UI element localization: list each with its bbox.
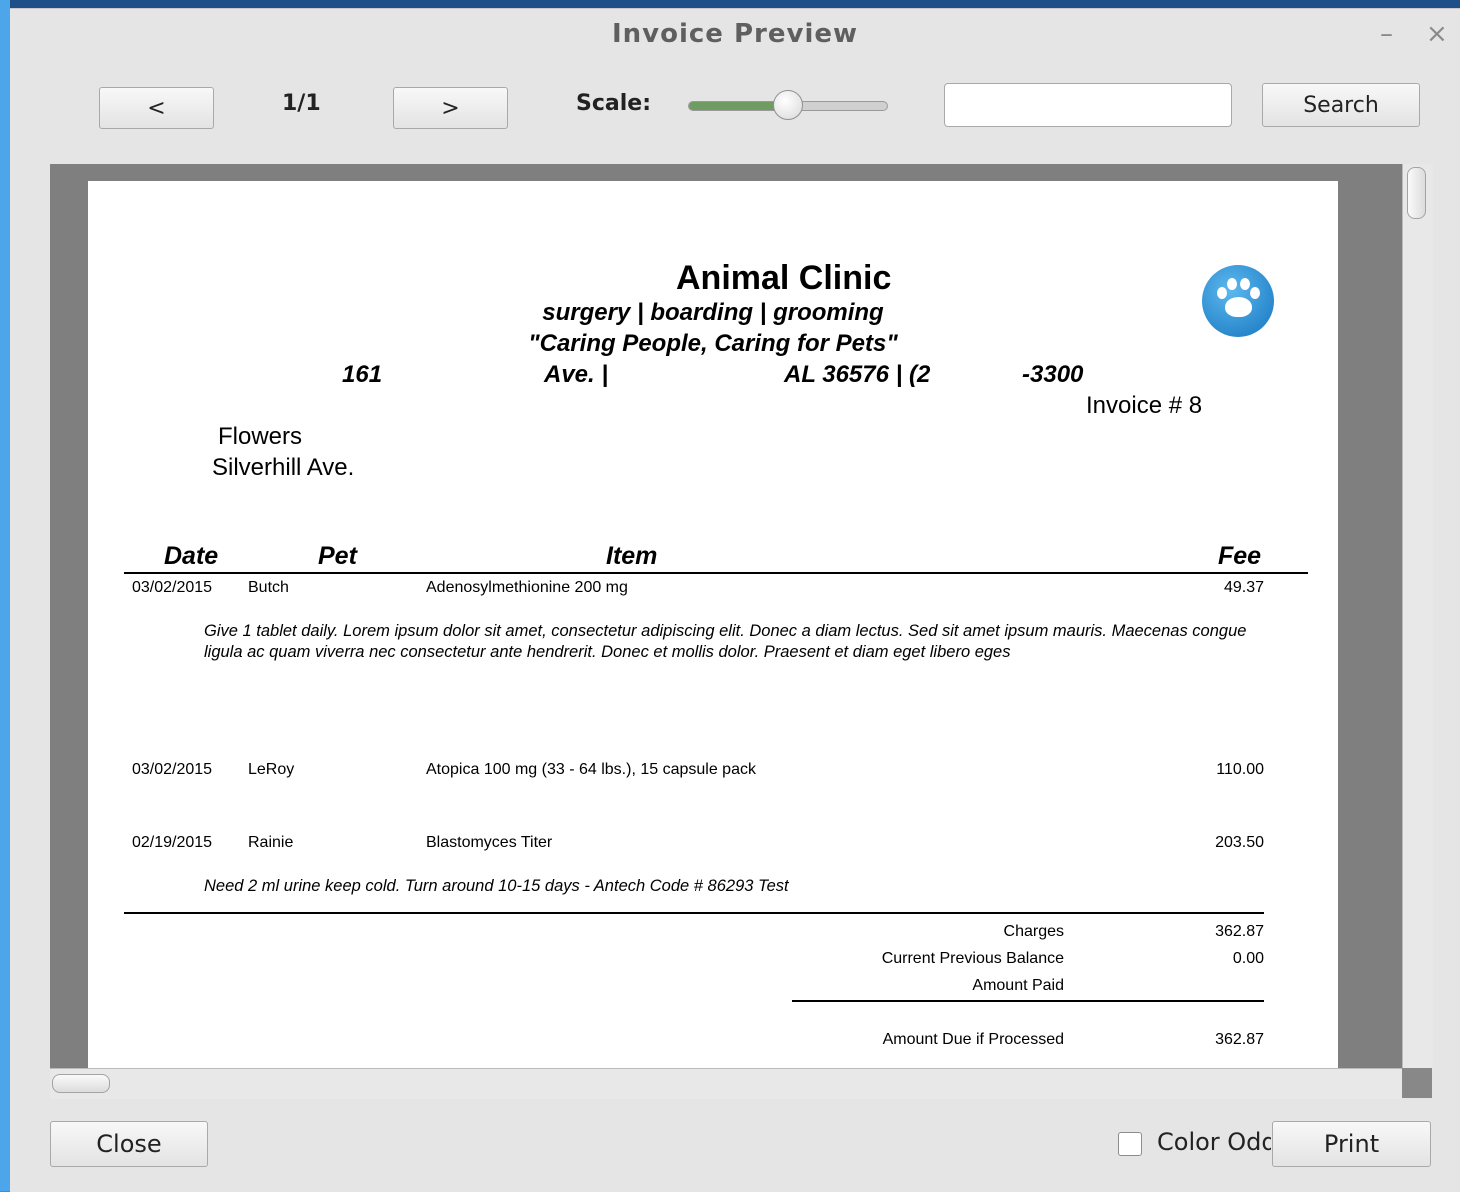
clinic-name: Animal Clinic: [676, 259, 892, 297]
row-pet: Butch: [248, 579, 289, 596]
column-item: Item: [606, 542, 658, 570]
scrollbar-corner: [1402, 1068, 1432, 1098]
previous-page-button[interactable]: <: [99, 87, 214, 129]
amount-paid-label: Amount Paid: [972, 977, 1064, 994]
horizontal-scrollbar[interactable]: [50, 1068, 1402, 1099]
address-part: -3300: [1022, 361, 1084, 388]
window-title: Invoice Preview: [611, 19, 859, 49]
amount-due-value: 362.87: [1215, 1031, 1264, 1048]
client-street: Silverhill Ave.: [212, 454, 355, 481]
previous-balance-value: 0.00: [1232, 950, 1264, 967]
row-fee: 110.00: [1216, 761, 1264, 778]
row-note: Need 2 ml urine keep cold. Turn around 1…: [204, 877, 789, 895]
clinic-slogan: "Caring People, Caring for Pets": [528, 330, 898, 357]
due-divider: [792, 1000, 1264, 1002]
preview-viewport[interactable]: Animal Clinic surgery | boarding | groom…: [50, 164, 1402, 1068]
row-item: Atopica 100 mg (33 - 64 lbs.), 15 capsul…: [426, 761, 756, 778]
row-item: Adenosylmethionine 200 mg: [426, 579, 628, 596]
search-button[interactable]: Search: [1262, 83, 1420, 127]
redacted-region: [132, 458, 208, 482]
column-date: Date: [164, 542, 219, 570]
paw-icon: [1202, 265, 1274, 337]
row-date: 02/19/2015: [132, 834, 213, 851]
client-name: Flowers: [218, 423, 303, 450]
redacted-region: [132, 489, 196, 513]
address-part: AL 36576 | (2: [784, 361, 931, 388]
previous-balance-label: Current Previous Balance: [881, 950, 1064, 967]
print-button[interactable]: Print: [1272, 1121, 1431, 1167]
horizontal-scrollbar-thumb[interactable]: [52, 1074, 110, 1093]
search-input[interactable]: [944, 83, 1232, 127]
minimize-icon[interactable]: –: [1380, 19, 1393, 49]
row-date: 03/02/2015: [132, 761, 213, 778]
address-part: Ave. |: [544, 361, 609, 388]
color-odd-checkbox[interactable]: [1118, 1132, 1142, 1156]
row-fee: 49.37: [1223, 579, 1264, 596]
redacted-region: [628, 367, 778, 391]
invoice-number: Invoice # 8: [1086, 392, 1203, 419]
redacted-region: [132, 427, 210, 451]
row-item: Blastomyces Titer: [426, 834, 553, 851]
close-window-icon[interactable]: ×: [1426, 19, 1448, 49]
column-fee: Fee: [1218, 542, 1262, 570]
redacted-region: [508, 265, 648, 295]
totals-divider: [124, 912, 1264, 914]
redacted-region: [958, 367, 1018, 391]
row-pet: Rainie: [248, 834, 294, 851]
title-bar[interactable]: Invoice Preview – ×: [10, 9, 1460, 61]
vertical-scrollbar-thumb[interactable]: [1407, 167, 1426, 219]
scale-slider-handle[interactable]: [773, 90, 803, 120]
row-pet: LeRoy: [248, 761, 295, 778]
address-part: 161: [342, 361, 383, 388]
amount-due-label: Amount Due if Processed: [882, 1031, 1064, 1048]
close-button[interactable]: Close: [50, 1121, 208, 1167]
charges-label: Charges: [1003, 923, 1064, 940]
redacted-region: [388, 367, 538, 391]
vertical-scrollbar[interactable]: [1402, 164, 1433, 1068]
desktop-background: [0, 0, 10, 1191]
header-divider: [124, 572, 1308, 574]
color-odd-label[interactable]: Color Odd: [1157, 1128, 1271, 1156]
next-page-button[interactable]: >: [393, 87, 508, 129]
invoice-preview-window: Invoice Preview – × < 1/1 > Scale: Searc…: [10, 8, 1460, 1192]
desktop-taskbar-strip: [0, 0, 1460, 8]
invoice-page: Animal Clinic surgery | boarding | groom…: [88, 181, 1338, 1068]
charges-value: 362.87: [1215, 923, 1264, 940]
clinic-services: surgery | boarding | grooming: [542, 299, 884, 326]
page-indicator: 1/1: [282, 91, 321, 116]
row-fee: 203.50: [1215, 834, 1264, 851]
row-date: 03/02/2015: [132, 579, 213, 596]
row-note: Give 1 tablet daily. Lorem ipsum dolor s…: [204, 622, 1247, 661]
scale-slider[interactable]: [688, 90, 888, 120]
column-pet: Pet: [318, 542, 357, 570]
scale-label: Scale:: [576, 91, 651, 116]
